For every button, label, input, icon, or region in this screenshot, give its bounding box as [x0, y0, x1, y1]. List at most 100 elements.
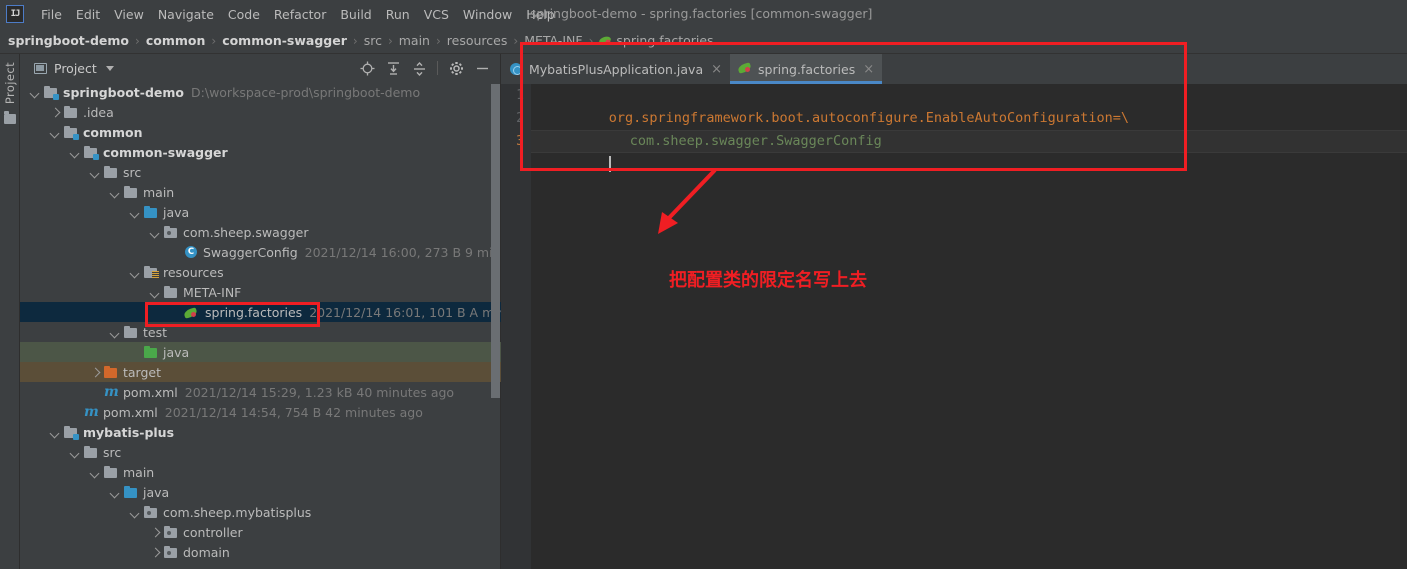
module-folder-icon — [63, 125, 79, 140]
chevron-down-icon[interactable] — [50, 127, 61, 138]
tree-row[interactable]: com.sheep.swagger — [20, 222, 501, 242]
menu-edit[interactable]: Edit — [69, 4, 107, 25]
spring-leaf-icon — [183, 306, 200, 319]
chevron-down-icon[interactable] — [130, 267, 141, 278]
tree-row[interactable]: .idea — [20, 102, 501, 122]
tree-row[interactable]: pom.xml 2021/12/14 15:29, 1.23 kB 40 minu… — [20, 382, 501, 402]
collapse-all-icon[interactable] — [408, 57, 430, 79]
chevron-down-icon[interactable] — [105, 65, 114, 71]
tree-row-label: test — [143, 324, 168, 340]
chevron-down-icon[interactable] — [150, 287, 161, 298]
menu-navigate[interactable]: Navigate — [151, 4, 221, 25]
breadcrumb-item-spring-factories[interactable]: spring.factories — [616, 33, 713, 48]
chevron-down-icon[interactable] — [130, 507, 141, 518]
tree-row[interactable]: mybatis-plus — [20, 422, 501, 442]
tree-row-label: main — [123, 464, 155, 480]
chevron-right-icon[interactable] — [150, 527, 161, 538]
tree-row[interactable]: common — [20, 122, 501, 142]
chevron-down-icon[interactable] — [50, 427, 61, 438]
project-panel: Project springboot-demo D:\workspace-prod… — [20, 54, 501, 569]
tool-window-button-project[interactable]: Project — [3, 62, 17, 104]
breadcrumb-item-main[interactable]: main — [399, 33, 430, 48]
expand-all-icon[interactable] — [382, 57, 404, 79]
menu-run[interactable]: Run — [379, 4, 417, 25]
tree-row[interactable]: java — [20, 482, 501, 502]
tree-row[interactable]: main — [20, 182, 501, 202]
folder-icon — [63, 105, 78, 119]
breadcrumb-item-common-swagger[interactable]: common-swagger — [222, 33, 347, 48]
tree-row-label: common-swagger — [103, 144, 228, 160]
line-number: 1 — [516, 88, 524, 103]
chevron-right-icon[interactable] — [90, 367, 101, 378]
breadcrumb-item-resources[interactable]: resources — [447, 33, 508, 48]
locate-in-tree-icon[interactable] — [356, 57, 378, 79]
editor-gutter[interactable]: 1 2 3 — [501, 84, 531, 569]
breadcrumb-separator: › — [435, 33, 441, 48]
chevron-down-icon[interactable] — [130, 207, 141, 218]
tree-row[interactable]: spring.factories 2021/12/14 16:01, 101 B … — [20, 302, 501, 322]
breadcrumb-separator: › — [135, 33, 140, 48]
menu-code[interactable]: Code — [221, 4, 267, 25]
tree-row-label: domain — [183, 544, 230, 560]
breadcrumb-item-src[interactable]: src — [364, 33, 382, 48]
project-panel-scrollbar[interactable] — [491, 84, 500, 398]
tree-row-label: main — [143, 184, 175, 200]
chevron-down-icon[interactable] — [90, 167, 101, 178]
menu-vcs[interactable]: VCS — [417, 4, 456, 25]
tree-row[interactable]: pom.xml 2021/12/14 14:54, 754 B 42 minute… — [20, 402, 501, 422]
chevron-down-icon[interactable] — [110, 327, 121, 338]
menu-refactor[interactable]: Refactor — [267, 4, 333, 25]
tree-row[interactable]: com.sheep.mybatisplus — [20, 502, 501, 522]
chevron-right-icon[interactable] — [50, 107, 61, 118]
editor-tab-mybatisplusapplication[interactable]: MybatisPlusApplication.java × — [501, 54, 730, 84]
breadcrumb-item-meta-inf[interactable]: META-INF — [524, 33, 582, 48]
settings-gear-icon[interactable] — [445, 57, 467, 79]
folder-icon[interactable] — [4, 111, 16, 124]
tree-row[interactable]: java — [20, 342, 501, 362]
tree-row[interactable]: resources — [20, 262, 501, 282]
chevron-down-icon[interactable] — [110, 487, 121, 498]
tree-row[interactable]: common-swagger — [20, 142, 501, 162]
tree-row[interactable]: src — [20, 442, 501, 462]
module-badge-icon — [73, 133, 79, 140]
tree-row[interactable]: springboot-demo D:\workspace-prod\springb… — [20, 82, 501, 102]
menu-view[interactable]: View — [107, 4, 151, 25]
menu-file[interactable]: File — [34, 4, 69, 25]
chevron-down-icon[interactable] — [30, 87, 41, 98]
editor-area: MybatisPlusApplication.java × spring.fac… — [501, 54, 1407, 569]
project-view-selector[interactable]: Project — [34, 61, 114, 76]
menu-build[interactable]: Build — [333, 4, 378, 25]
project-tree[interactable]: springboot-demo D:\workspace-prod\springb… — [20, 82, 501, 569]
tree-row[interactable]: test — [20, 322, 501, 342]
breadcrumb-item-springboot-demo[interactable]: springboot-demo — [8, 33, 129, 48]
intellij-logo-icon: IJ — [6, 5, 24, 23]
project-panel-title: Project — [54, 60, 97, 76]
menu-window[interactable]: Window — [456, 4, 519, 25]
chevron-right-icon[interactable] — [150, 547, 161, 558]
line-number-current: 3 — [516, 134, 524, 149]
close-icon[interactable]: × — [711, 63, 722, 76]
tree-row[interactable]: target — [20, 362, 501, 382]
chevron-down-icon[interactable] — [150, 227, 161, 238]
tree-row[interactable]: main — [20, 462, 501, 482]
maven-pom-icon — [83, 404, 99, 420]
hide-panel-icon[interactable] — [471, 57, 493, 79]
package-icon — [163, 225, 178, 239]
close-icon[interactable]: × — [863, 63, 874, 76]
chevron-down-icon[interactable] — [90, 467, 101, 478]
tree-row[interactable]: domain — [20, 542, 501, 562]
chevron-down-icon[interactable] — [110, 187, 121, 198]
tree-row[interactable]: SwaggerConfig 2021/12/14 16:00, 273 B 9 m… — [20, 242, 501, 262]
breadcrumb-separator: › — [588, 33, 594, 48]
breadcrumb-item-common[interactable]: common — [146, 33, 206, 48]
folder-icon — [103, 165, 118, 179]
code-content[interactable]: org.springframework.boot.autoconfigure.E… — [531, 84, 1407, 569]
tree-row[interactable]: java — [20, 202, 501, 222]
package-icon — [163, 545, 178, 559]
chevron-down-icon[interactable] — [70, 147, 81, 158]
tree-row[interactable]: META-INF — [20, 282, 501, 302]
chevron-down-icon[interactable] — [70, 447, 81, 458]
tree-row[interactable]: src — [20, 162, 501, 182]
tree-row[interactable]: controller — [20, 522, 501, 542]
editor-tab-spring-factories[interactable]: spring.factories × — [730, 54, 883, 84]
